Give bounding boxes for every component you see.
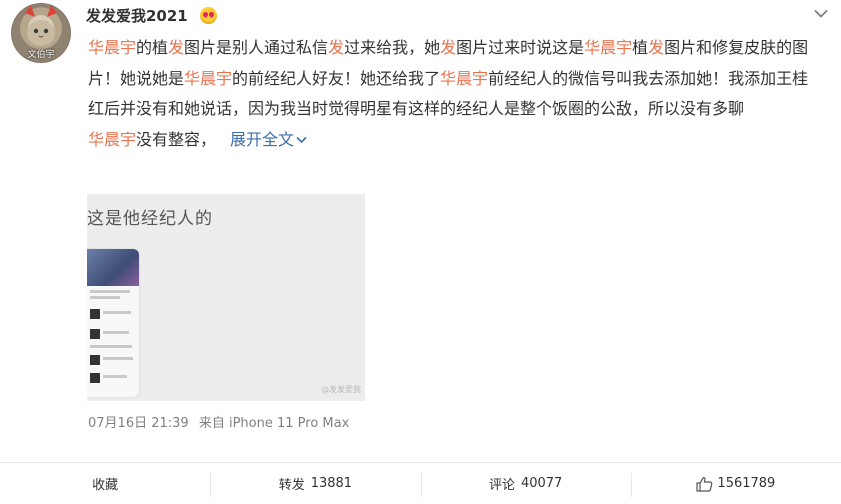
thumbnail [90, 329, 100, 339]
highlighted-keyword[interactable]: 发 [648, 38, 664, 57]
text-segment: 植 [632, 38, 649, 57]
expand-full-text-link[interactable]: 展开全文 [230, 130, 307, 149]
text-line [103, 357, 133, 360]
post-text: 华晨宇的植发图片是别人通过私信发过来给我，她发图片过来时说这是华晨宇植发图片和修… [88, 33, 823, 155]
like-button[interactable]: 1561789 [630, 463, 841, 504]
action-bar: 收藏 转发 13881 评论 40077 1561789 [0, 463, 841, 504]
highlighted-keyword[interactable]: 华晨宇 [184, 69, 232, 88]
text-line [103, 375, 127, 378]
text-segment: 的植 [136, 38, 169, 57]
text-segment: 没有整容， [136, 129, 217, 149]
text-segment: 的前经纪人好友！她还给我了 [232, 68, 441, 88]
highlighted-keyword[interactable]: 发 [168, 38, 184, 57]
text-line [103, 311, 131, 314]
thumbnail [90, 373, 100, 383]
comment-button[interactable]: 评论 40077 [420, 463, 631, 504]
post-date[interactable]: 07月16日 21:39 [88, 416, 189, 431]
thumbnail [90, 309, 100, 319]
heart-eyes-icon [200, 7, 217, 24]
text-segment: 过来给我，她 [344, 38, 441, 57]
post-body: 华晨宇的植发图片是别人通过私信发过来给我，她发图片过来时说这是华晨宇植发图片和修… [88, 38, 808, 118]
avatar-caption: 文伯宇 [27, 50, 55, 60]
text-line [90, 345, 132, 348]
highlighted-keyword[interactable]: 华晨宇 [584, 38, 632, 57]
thumbs-up-icon [696, 476, 713, 492]
post-image[interactable]: 这是他经纪人的 @发发爱我 [87, 194, 365, 401]
profile-cover-image [87, 249, 139, 286]
repost-count: 13881 [310, 476, 353, 491]
repost-label: 转发 [278, 478, 305, 493]
text-segment: 图片是别人通过私信 [184, 38, 329, 57]
avatar[interactable]: 文伯宇 [11, 3, 71, 63]
post-meta: 07月16日 21:39 来自 iPhone 11 Pro Max [88, 415, 355, 433]
text-line [90, 296, 120, 299]
chevron-down-icon[interactable] [814, 9, 828, 19]
comment-label: 评论 [488, 478, 515, 493]
highlighted-keyword[interactable]: 华晨宇 [88, 130, 136, 149]
thumbnail [90, 355, 100, 365]
screenshot-phone-card [87, 249, 139, 397]
highlighted-keyword[interactable]: 华晨宇 [88, 38, 136, 57]
repost-button[interactable]: 转发 13881 [210, 463, 420, 504]
text-line [103, 331, 129, 334]
post-body-last-line: 华晨宇没有整容， [88, 130, 216, 149]
highlighted-keyword[interactable]: 发 [328, 38, 344, 57]
chevron-down-icon [296, 136, 307, 144]
comment-count: 40077 [520, 476, 563, 491]
highlighted-keyword[interactable]: 发 [440, 38, 456, 57]
text-segment: 图片过来时说这是 [456, 38, 585, 57]
favorite-button[interactable]: 收藏 [0, 463, 210, 504]
image-caption-text: 这是他经纪人的 [87, 209, 213, 229]
like-count: 1561789 [717, 476, 776, 491]
author-name[interactable]: 发发爱我2021 [86, 5, 188, 27]
text-line [90, 290, 130, 293]
favorite-label: 收藏 [92, 478, 119, 493]
highlighted-keyword[interactable]: 华晨宇 [440, 69, 488, 88]
post-source: 来自 iPhone 11 Pro Max [198, 416, 350, 431]
image-watermark: @发发爱我 [321, 385, 361, 394]
expand-label: 展开全文 [230, 129, 295, 149]
